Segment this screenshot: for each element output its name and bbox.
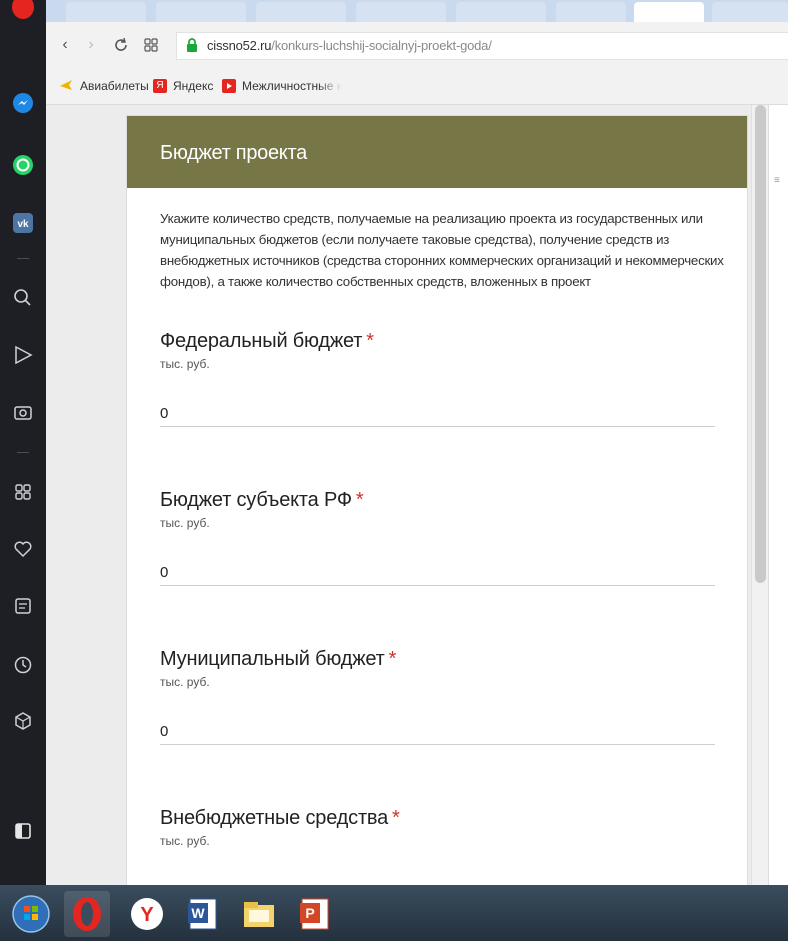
speed-dial-icon[interactable] <box>140 34 162 56</box>
tab-active[interactable] <box>634 2 704 22</box>
form-section-card: Бюджет проекта Укажите количество средст… <box>126 115 748 885</box>
start-orb-icon[interactable] <box>8 891 54 937</box>
youtube-icon <box>222 79 236 93</box>
required-asterisk: * <box>392 807 400 829</box>
speed-dial-icon[interactable] <box>8 477 38 507</box>
grip-icon: ≡ <box>774 175 780 186</box>
question-hint: тыс. руб. <box>160 834 210 848</box>
opera-menu-icon[interactable] <box>8 0 38 22</box>
camera-icon[interactable] <box>8 397 38 427</box>
bookmark-mezhlichnostnye[interactable]: Межличностные ко <box>222 77 342 95</box>
bookmark-yandex[interactable]: Я Яндекс <box>153 77 213 95</box>
browser-window: vk ‹ › cissno52.ru/konkurs-luchshij-soci… <box>0 0 788 885</box>
tab[interactable] <box>356 2 446 22</box>
required-asterisk: * <box>355 489 364 511</box>
question-hint: тыс. руб. <box>160 675 210 689</box>
scrollbar-thumb[interactable] <box>755 105 766 583</box>
url-field[interactable]: cissno52.ru/konkurs-luchshij-socialnyj-p… <box>176 32 788 60</box>
tab[interactable] <box>256 2 346 22</box>
whatsapp-icon[interactable] <box>8 150 38 180</box>
search-icon[interactable] <box>8 283 38 313</box>
windows-taskbar: Y W P <box>0 885 788 941</box>
section-title: Бюджет проекта <box>160 142 307 164</box>
section-description: Укажите количество средств, получаемые н… <box>160 211 724 289</box>
question-title: Муниципальный бюджет * <box>160 648 397 670</box>
opera-sidebar: vk <box>0 0 46 885</box>
news-icon[interactable] <box>8 591 38 621</box>
yandex-icon: Я <box>153 79 167 93</box>
question-municipal-budget: Муниципальный бюджет * тыс. руб. <box>160 648 720 745</box>
svg-text:W: W <box>191 905 205 921</box>
extrabudgetary-funds-input[interactable] <box>160 877 715 885</box>
svg-text:Y: Y <box>140 904 154 926</box>
question-title: Федеральный бюджет * <box>160 330 374 352</box>
tab[interactable] <box>712 2 788 22</box>
required-asterisk: * <box>388 648 397 670</box>
powerpoint-icon[interactable]: P <box>292 891 338 937</box>
forward-icon[interactable]: › <box>80 34 102 56</box>
required-asterisk: * <box>366 330 374 352</box>
bookmarks-bar: Авиабилеты Я Яндекс Межличностные ко <box>46 68 788 105</box>
tab[interactable] <box>66 2 146 22</box>
question-federal-budget: Федеральный бюджет * тыс. руб. <box>160 330 720 427</box>
question-hint: тыс. руб. <box>160 516 210 530</box>
messenger-icon[interactable] <box>8 88 38 118</box>
url-text: cissno52.ru/konkurs-luchshij-socialnyj-p… <box>207 38 492 53</box>
municipal-budget-input[interactable] <box>160 718 715 745</box>
svg-text:P: P <box>305 905 314 921</box>
address-bar: ‹ › cissno52.ru/konkurs-luchshij-socialn… <box>46 22 788 68</box>
back-icon[interactable]: ‹ <box>54 34 76 56</box>
lock-icon <box>185 37 199 58</box>
heart-icon[interactable] <box>8 534 38 564</box>
side-panel-edge: ≡ <box>768 105 788 885</box>
tab[interactable] <box>156 2 246 22</box>
opera-icon[interactable] <box>64 891 110 937</box>
question-hint: тыс. руб. <box>160 357 210 371</box>
reload-icon[interactable] <box>110 34 132 56</box>
federal-budget-input[interactable] <box>160 400 715 427</box>
history-icon[interactable] <box>8 650 38 680</box>
page-scrollbar[interactable] <box>751 105 769 885</box>
question-subject-budget: Бюджет субъекта РФ * тыс. руб. <box>160 489 720 586</box>
bookmark-label: Авиабилеты <box>80 79 149 93</box>
tab-strip <box>46 0 788 22</box>
bookmark-label: Яндекс <box>173 79 214 93</box>
bookmark-aviabilety[interactable]: Авиабилеты <box>58 77 149 95</box>
tab[interactable] <box>556 2 626 22</box>
subject-budget-input[interactable] <box>160 559 715 586</box>
yandex-browser-icon[interactable]: Y <box>124 891 170 937</box>
send-icon[interactable] <box>8 340 38 370</box>
file-explorer-icon[interactable] <box>236 891 282 937</box>
plane-icon <box>58 77 74 96</box>
vk-icon[interactable]: vk <box>8 208 38 238</box>
question-extrabudgetary-funds: Внебюджетные средства * тыс. руб. <box>160 807 720 885</box>
sidebar-toggle-icon[interactable] <box>8 816 38 846</box>
extensions-icon[interactable] <box>8 706 38 736</box>
page-content: Бюджет проекта Укажите количество средст… <box>46 105 751 885</box>
svg-text:vk: vk <box>17 219 29 230</box>
word-icon[interactable]: W <box>180 891 226 937</box>
question-title: Внебюджетные средства * <box>160 807 400 829</box>
question-title: Бюджет субъекта РФ * <box>160 489 364 511</box>
section-header: Бюджет проекта <box>127 116 747 188</box>
bookmark-label: Межличностные ко <box>242 79 342 93</box>
tab[interactable] <box>456 2 546 22</box>
